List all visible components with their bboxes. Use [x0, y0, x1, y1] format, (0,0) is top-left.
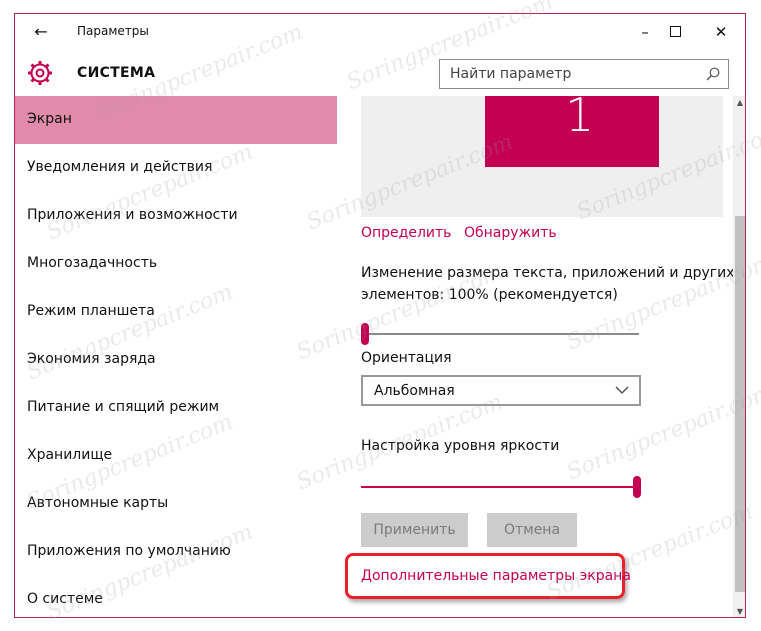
orientation-value: Альбомная: [374, 383, 455, 399]
identify-link[interactable]: Определить: [361, 225, 451, 241]
sidebar-item-multitasking[interactable]: Многозадачность: [15, 240, 337, 288]
orientation-label: Ориентация: [361, 350, 452, 366]
page-title: СИСТЕМА: [77, 65, 156, 81]
display-preview: 1: [361, 88, 723, 217]
minimize-icon[interactable]: –: [633, 20, 657, 44]
apply-button[interactable]: Применить: [361, 513, 468, 547]
search-input[interactable]: Найти параметр: [439, 59, 729, 89]
scale-slider[interactable]: [361, 322, 639, 346]
scale-slider-track: [369, 333, 639, 335]
sidebar-item-screen[interactable]: Экран: [15, 96, 337, 144]
advanced-display-settings-link[interactable]: Дополнительные параметры экрана: [361, 568, 631, 584]
brightness-slider[interactable]: [361, 475, 641, 499]
scale-label-line2: элементов: 100% (рекомендуется): [361, 287, 618, 303]
main-content: 1 Определить Обнаружить Изменение размер…: [337, 88, 745, 617]
monitor-tile[interactable]: 1: [485, 88, 659, 167]
close-icon[interactable]: ✕: [709, 20, 733, 44]
window-title: Параметры: [77, 24, 149, 38]
scroll-up-icon[interactable]: ▲: [733, 96, 745, 110]
settings-window: ← Параметры – ✕ СИСТЕМА Найти параметр Э…: [14, 13, 746, 618]
detect-link[interactable]: Обнаружить: [464, 225, 557, 241]
sidebar-item-about[interactable]: О системе: [15, 576, 337, 617]
sidebar-item-storage[interactable]: Хранилище: [15, 432, 337, 480]
title-bar: ← Параметры – ✕: [15, 14, 745, 50]
chevron-down-icon: [615, 386, 629, 394]
monitor-number: 1: [565, 88, 595, 142]
scrollbar[interactable]: ▲ ▼: [733, 96, 745, 617]
back-arrow-icon[interactable]: ←: [29, 22, 53, 42]
sidebar-item-notifications[interactable]: Уведомления и действия: [15, 144, 337, 192]
sidebar-item-power-sleep[interactable]: Питание и спящий режим: [15, 384, 337, 432]
brightness-slider-fill: [361, 486, 633, 488]
search-placeholder: Найти параметр: [450, 66, 572, 82]
scale-slider-thumb[interactable]: [361, 323, 369, 345]
brightness-label: Настройка уровня яркости: [361, 438, 560, 454]
search-icon[interactable]: [706, 67, 720, 81]
scrollbar-thumb[interactable]: [735, 216, 745, 592]
brightness-slider-thumb[interactable]: [633, 476, 641, 498]
gear-icon: [28, 61, 52, 85]
orientation-select[interactable]: Альбомная: [361, 375, 641, 406]
sidebar-item-apps-features[interactable]: Приложения и возможности: [15, 192, 337, 240]
sidebar-item-offline-maps[interactable]: Автономные карты: [15, 480, 337, 528]
sidebar: Экран Уведомления и действия Приложения …: [15, 96, 337, 617]
cancel-button[interactable]: Отмена: [487, 513, 577, 547]
sidebar-item-battery-saver[interactable]: Экономия заряда: [15, 336, 337, 384]
maximize-icon[interactable]: [663, 20, 687, 44]
scale-label-line1: Изменение размера текста, приложений и д…: [361, 265, 735, 281]
sidebar-item-default-apps[interactable]: Приложения по умолчанию: [15, 528, 337, 576]
page-header: СИСТЕМА Найти параметр: [15, 54, 745, 94]
scroll-down-icon[interactable]: ▼: [733, 605, 745, 617]
sidebar-item-tablet-mode[interactable]: Режим планшета: [15, 288, 337, 336]
